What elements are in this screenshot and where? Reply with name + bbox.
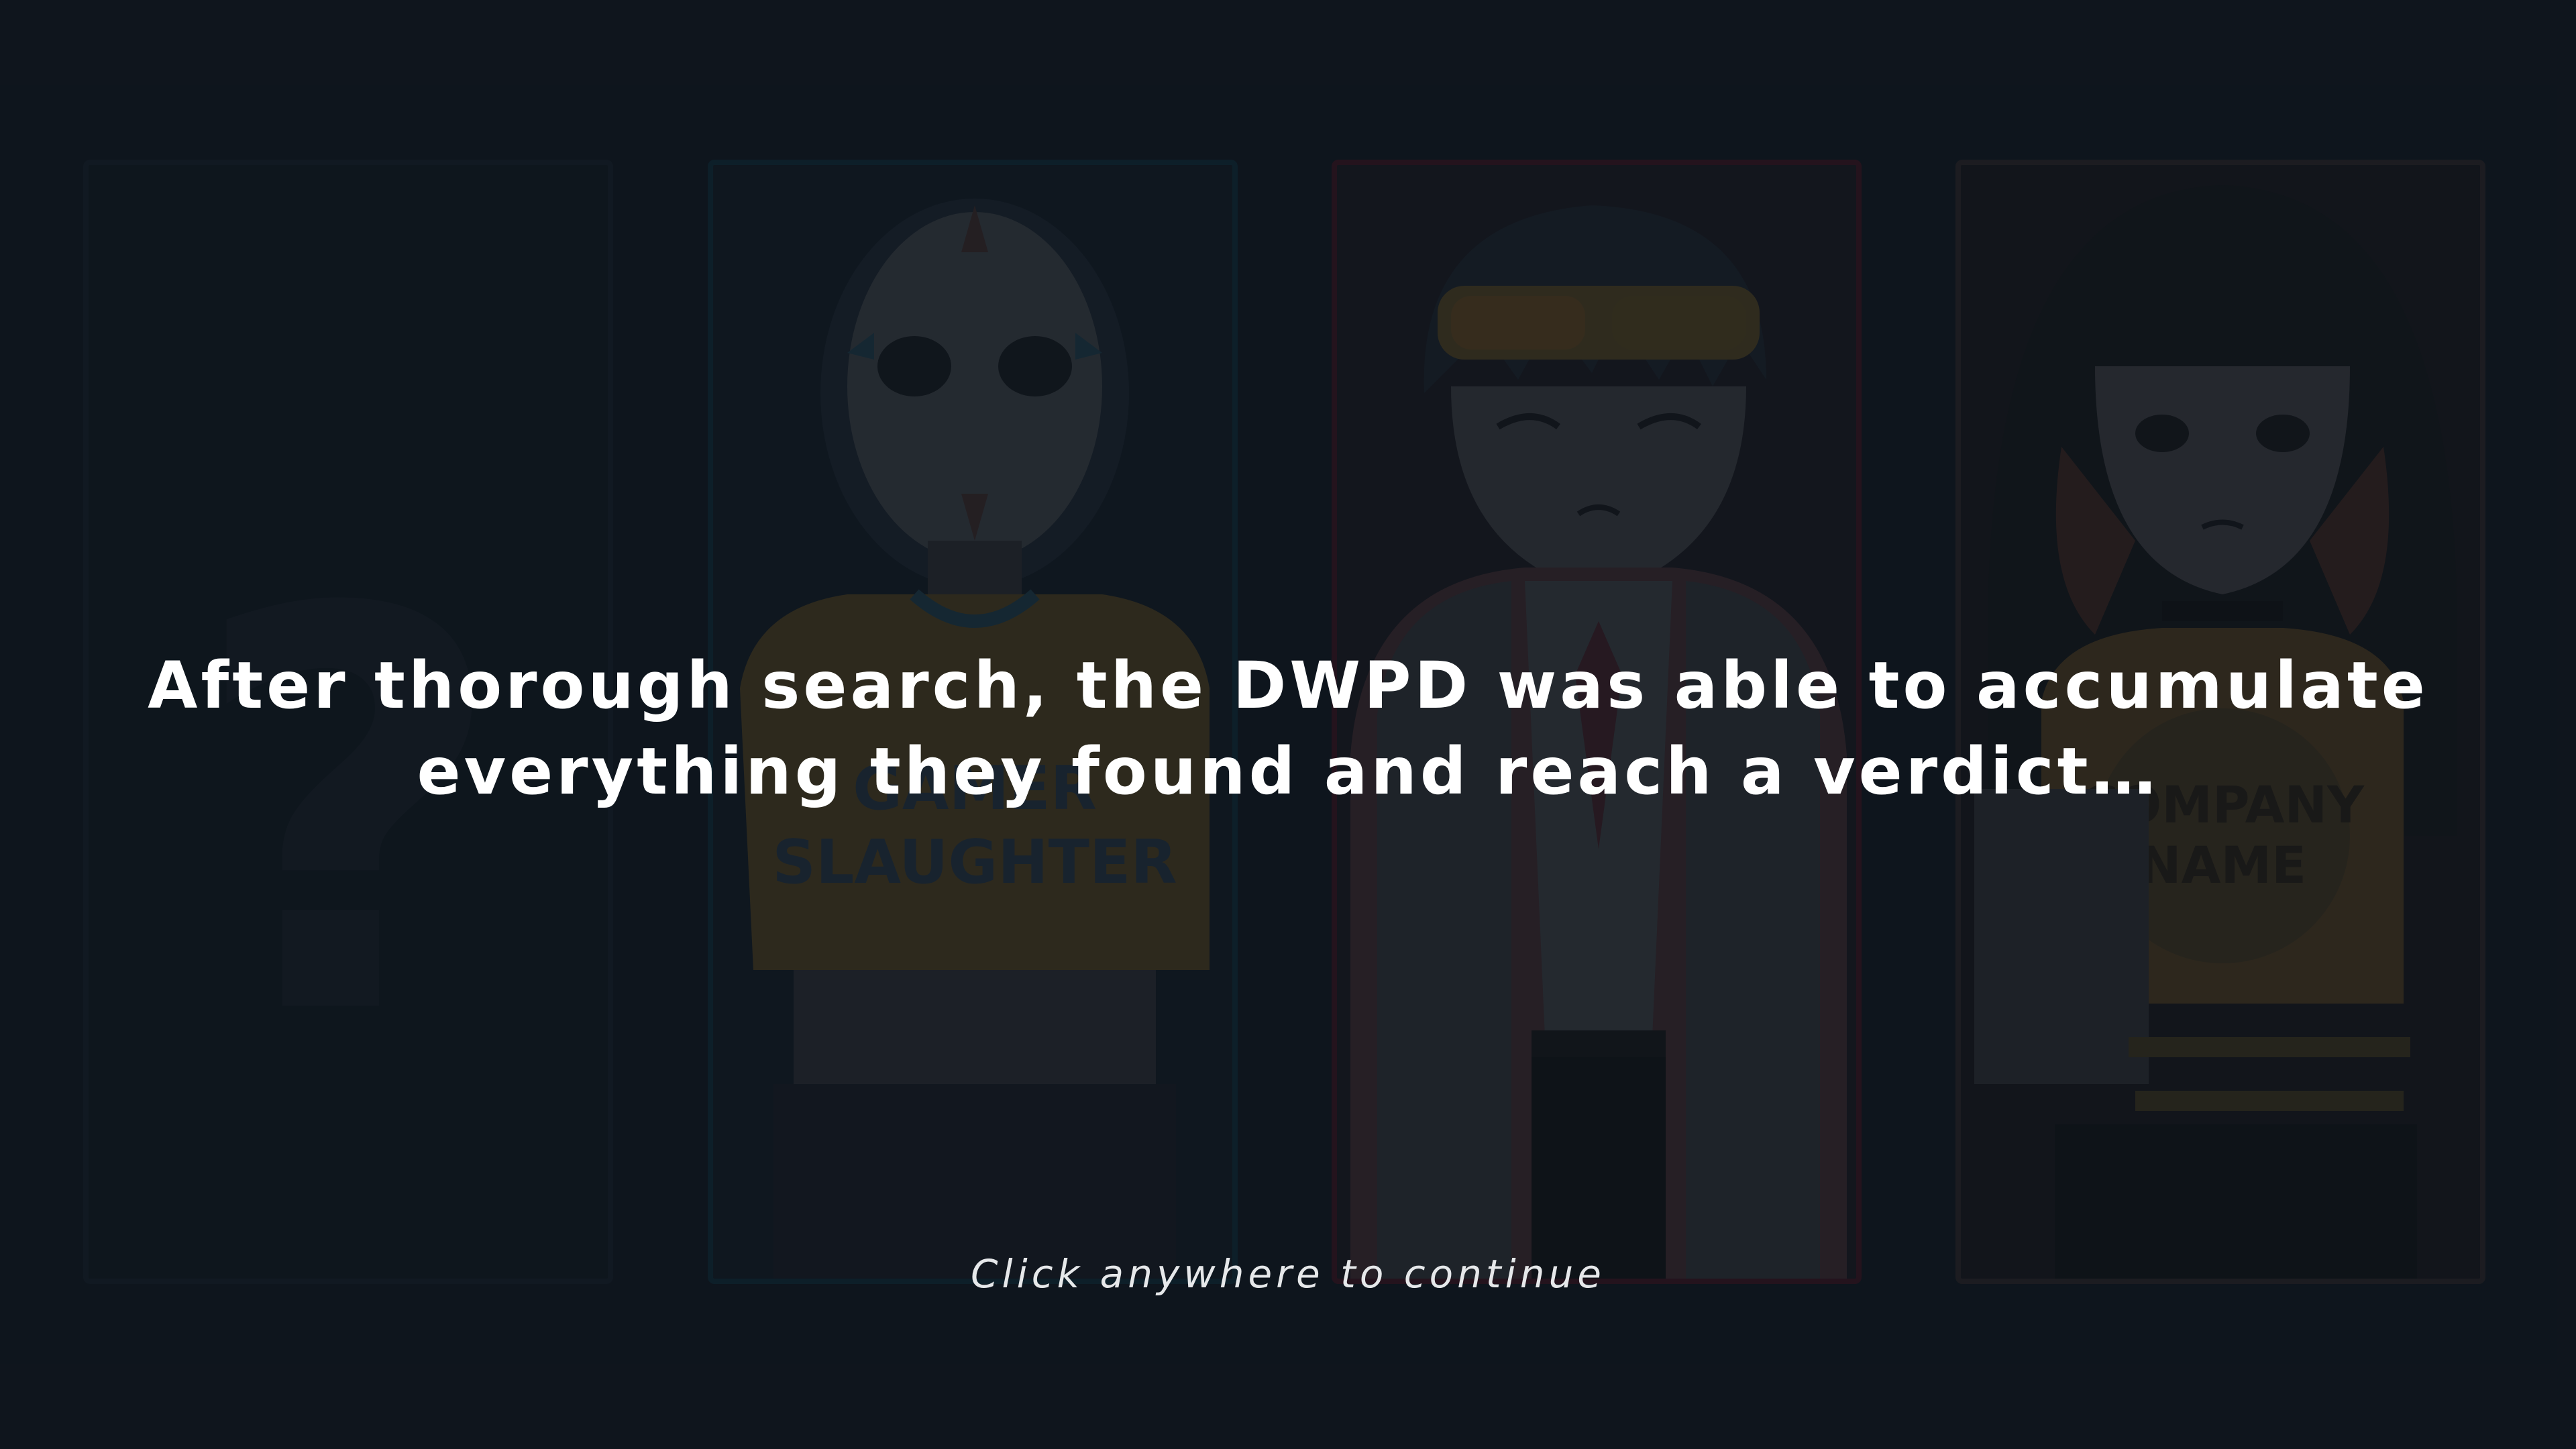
continue-prompt[interactable]: Click anywhere to continue (0, 1251, 2576, 1297)
narration-text: After thorough search, the DWPD was able… (148, 648, 2428, 809)
game-screen[interactable]: ? GAMER SLAUGHTER COMPANY NAME After tho… (0, 0, 2576, 1449)
